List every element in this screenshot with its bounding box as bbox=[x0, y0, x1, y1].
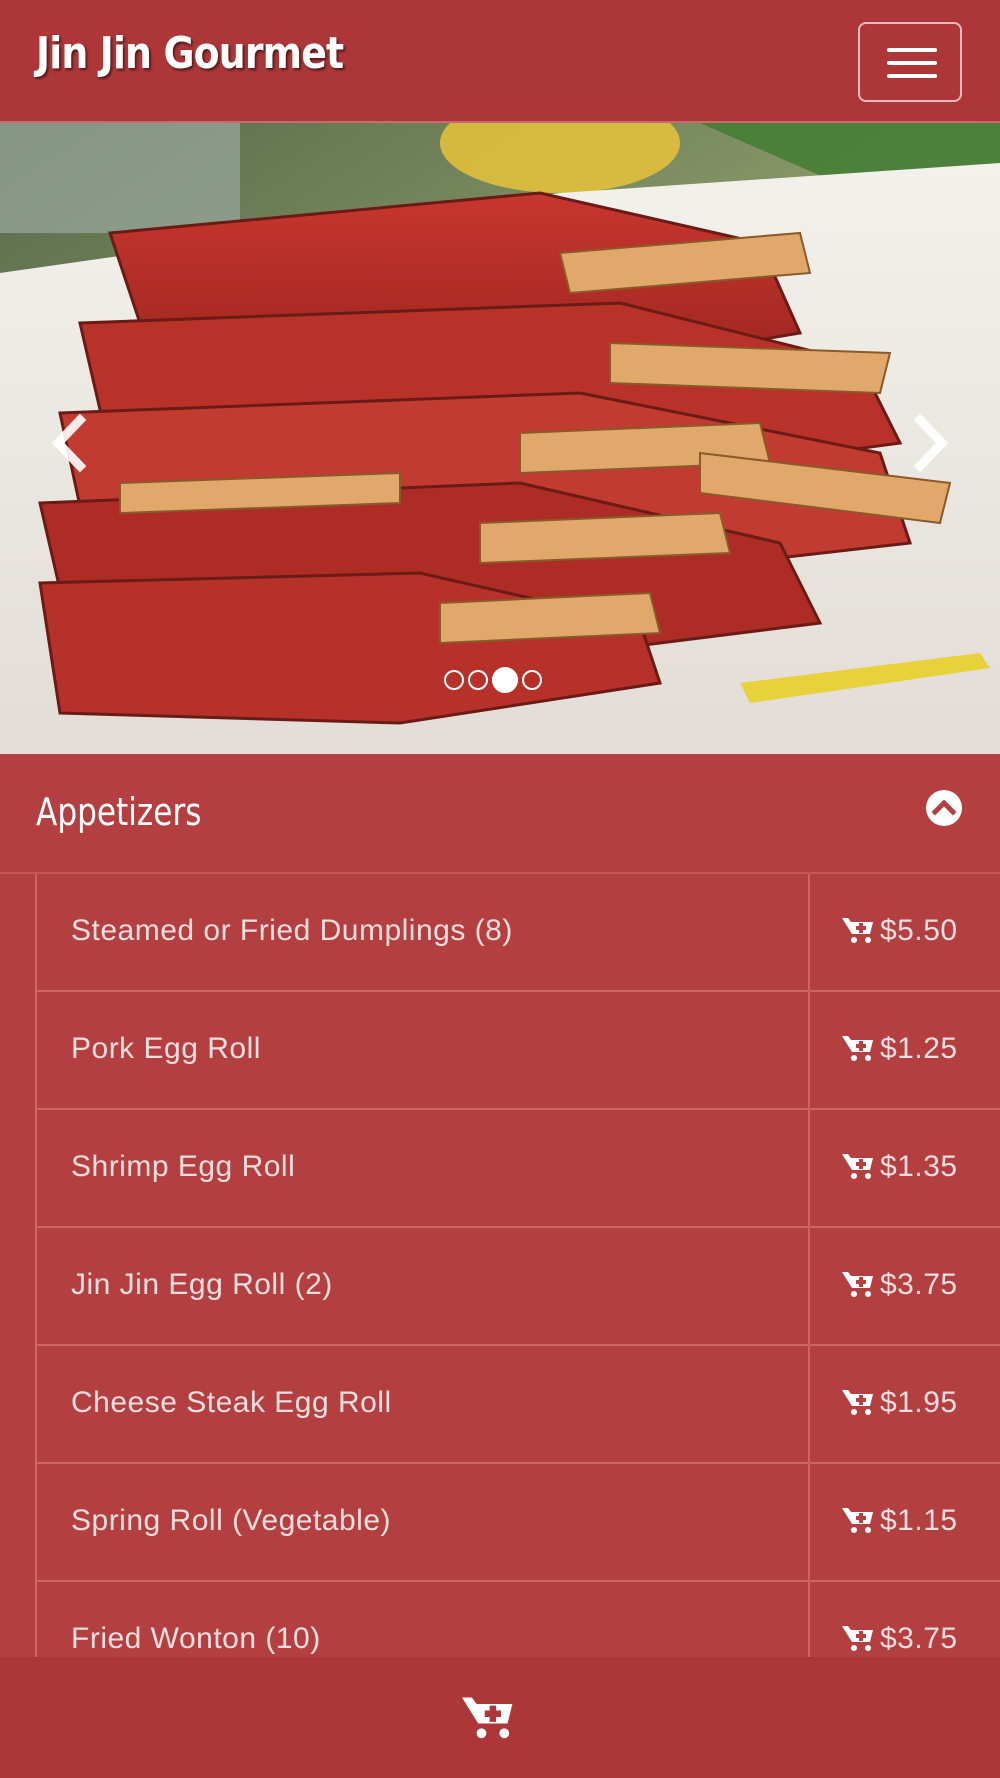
cart-plus-icon bbox=[842, 1272, 873, 1297]
cart-plus-icon bbox=[462, 1697, 513, 1739]
item-name: Spring Roll (Vegetable) bbox=[71, 1504, 392, 1537]
cart-plus-icon bbox=[842, 1036, 873, 1061]
item-price: $1.35 bbox=[880, 1150, 958, 1183]
item-name: Steamed or Fried Dumplings (8) bbox=[71, 914, 513, 947]
category-header-appetizers[interactable]: Appetizers bbox=[0, 754, 1000, 874]
navbar: Jin Jin Gourmet bbox=[0, 0, 1000, 123]
list-item[interactable]: Cheese Steak Egg Roll $1.95 bbox=[35, 1346, 1000, 1464]
item-name: Pork Egg Roll bbox=[71, 1032, 261, 1065]
list-item[interactable]: Steamed or Fried Dumplings (8) $5.50 bbox=[35, 874, 1000, 992]
item-name: Fried Wonton (10) bbox=[71, 1622, 321, 1655]
cart-bar-button[interactable] bbox=[0, 1657, 1000, 1778]
item-price: $1.15 bbox=[880, 1504, 958, 1537]
carousel-prev-button[interactable] bbox=[40, 408, 100, 478]
braised-spare-ribs-photo bbox=[0, 123, 1000, 754]
menu-toggle-button[interactable] bbox=[858, 22, 962, 102]
add-to-cart-button[interactable]: $1.25 bbox=[808, 992, 1000, 1108]
category-title: Appetizers bbox=[36, 790, 202, 834]
chevron-right-icon bbox=[913, 413, 949, 473]
page: Jin Jin Gourmet Appetizers Steamed or Fr… bbox=[0, 0, 1000, 1778]
carousel-indicator-2[interactable] bbox=[468, 670, 488, 690]
add-to-cart-button[interactable]: $1.35 bbox=[808, 1110, 1000, 1226]
item-price: $3.75 bbox=[880, 1622, 958, 1655]
carousel-next-button[interactable] bbox=[900, 408, 960, 478]
add-to-cart-button[interactable]: $1.95 bbox=[808, 1346, 1000, 1462]
item-price: $1.25 bbox=[880, 1032, 958, 1065]
cart-plus-icon bbox=[842, 1626, 873, 1651]
list-item[interactable]: Pork Egg Roll $1.25 bbox=[35, 992, 1000, 1110]
list-item[interactable]: Jin Jin Egg Roll (2) $3.75 bbox=[35, 1228, 1000, 1346]
carousel-indicator-4[interactable] bbox=[522, 670, 542, 690]
item-price: $5.50 bbox=[880, 914, 958, 947]
add-to-cart-button[interactable]: $3.75 bbox=[808, 1228, 1000, 1344]
cart-plus-icon bbox=[842, 1390, 873, 1415]
item-price: $1.95 bbox=[880, 1386, 958, 1419]
item-price: $3.75 bbox=[880, 1268, 958, 1301]
list-item[interactable]: Spring Roll (Vegetable) $1.15 bbox=[35, 1464, 1000, 1582]
carousel-indicator-1[interactable] bbox=[444, 670, 464, 690]
item-name: Jin Jin Egg Roll (2) bbox=[71, 1268, 333, 1301]
cart-plus-icon bbox=[842, 1508, 873, 1533]
chevron-left-icon bbox=[51, 413, 87, 473]
list-item[interactable]: Shrimp Egg Roll $1.35 bbox=[35, 1110, 1000, 1228]
add-to-cart-button[interactable]: $1.15 bbox=[808, 1464, 1000, 1580]
cart-plus-icon bbox=[842, 1154, 873, 1179]
item-name: Cheese Steak Egg Roll bbox=[71, 1386, 392, 1419]
menu-item-list: Steamed or Fried Dumplings (8) $5.50 Por… bbox=[35, 874, 1000, 1700]
hamburger-menu-icon-bar bbox=[887, 74, 937, 78]
add-to-cart-button[interactable]: $5.50 bbox=[808, 874, 1000, 990]
hamburger-menu-icon-bar bbox=[887, 61, 937, 65]
carousel-indicators bbox=[444, 667, 542, 693]
brand-title[interactable]: Jin Jin Gourmet bbox=[36, 28, 344, 79]
item-name: Shrimp Egg Roll bbox=[71, 1150, 296, 1183]
carousel-indicator-3[interactable] bbox=[492, 667, 518, 693]
cart-plus-icon bbox=[842, 918, 873, 943]
chevron-up-circle-icon[interactable] bbox=[926, 790, 962, 826]
image-carousel[interactable] bbox=[0, 123, 1000, 754]
hamburger-menu-icon bbox=[887, 48, 937, 52]
